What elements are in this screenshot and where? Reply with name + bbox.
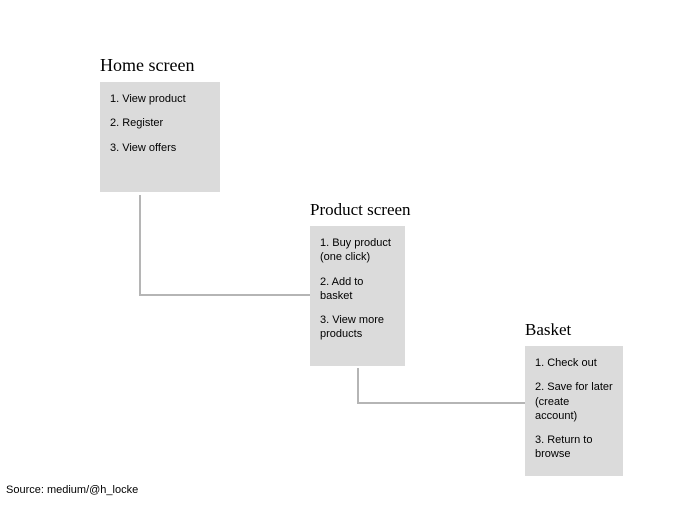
- diagram-canvas: Home screen 1. View product 2. Register …: [0, 0, 700, 506]
- node-item: 1. View product: [110, 92, 210, 106]
- node-item: 3. View more products: [320, 313, 395, 342]
- node-title: Basket: [525, 320, 645, 340]
- node-item: 1. Buy product (one click): [320, 236, 395, 265]
- node-home-screen: Home screen 1. View product 2. Register …: [100, 55, 220, 192]
- node-item: 3. Return to browse: [535, 433, 613, 462]
- node-item: 2. Register: [110, 116, 210, 130]
- node-title: Home screen: [100, 55, 220, 76]
- node-item: 1. Check out: [535, 356, 613, 370]
- node-basket: Basket 1. Check out 2. Save for later (c…: [525, 320, 645, 476]
- node-title: Product screen: [310, 200, 435, 220]
- source-credit: Source: medium/@h_locke: [6, 484, 138, 496]
- node-box: 1. Check out 2. Save for later (create a…: [525, 346, 623, 476]
- node-item: 2. Save for later (create account): [535, 380, 613, 423]
- node-box: 1. View product 2. Register 3. View offe…: [100, 82, 220, 192]
- node-item: 2. Add to basket: [320, 275, 395, 304]
- node-box: 1. Buy product (one click) 2. Add to bas…: [310, 226, 405, 366]
- node-product-screen: Product screen 1. Buy product (one click…: [310, 200, 435, 366]
- node-item: 3. View offers: [110, 141, 210, 155]
